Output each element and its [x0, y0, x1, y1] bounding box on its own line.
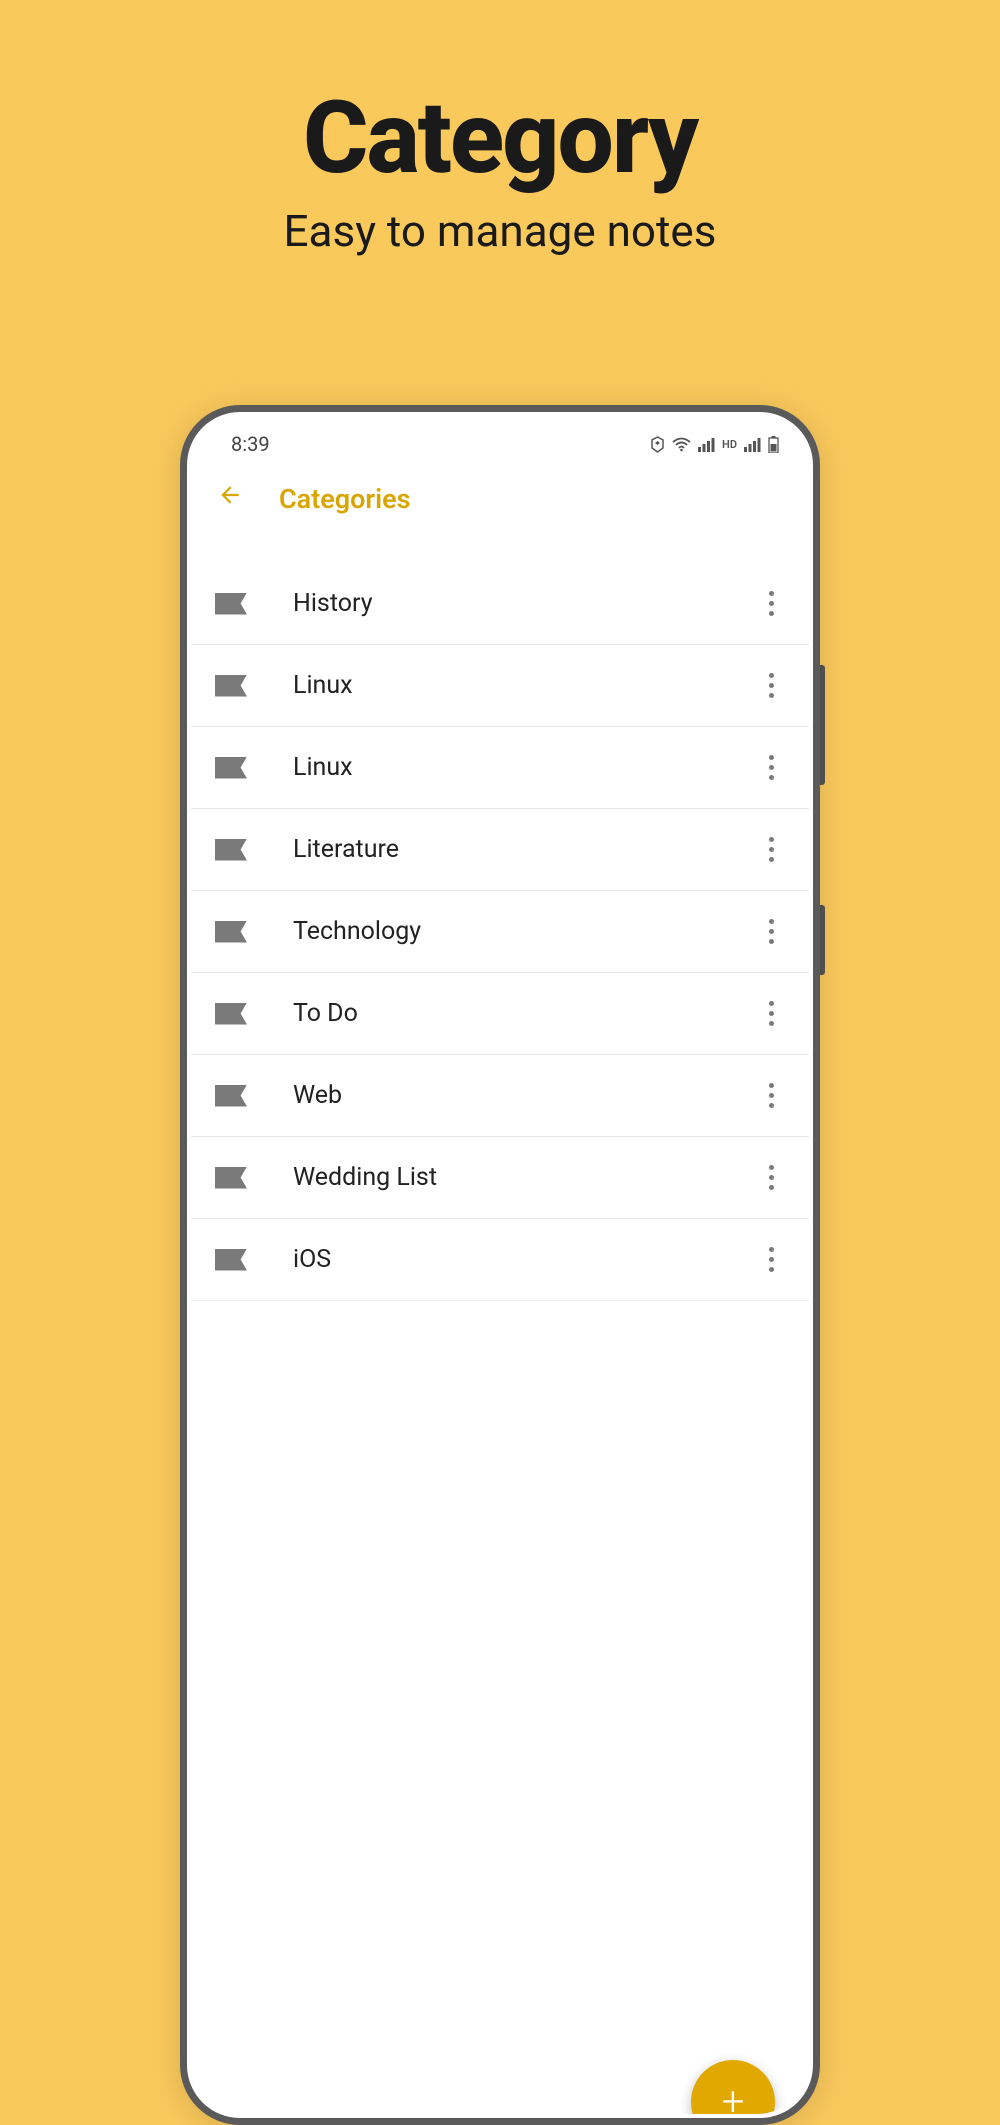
category-label: To Do [293, 999, 759, 1028]
more-options-button[interactable] [759, 1076, 783, 1116]
bookmark-icon [215, 839, 247, 861]
category-row[interactable]: iOS [191, 1219, 809, 1301]
bookmark-icon [215, 1167, 247, 1189]
promo-title: Category [0, 80, 1000, 197]
hd-indicator: HD [722, 438, 737, 451]
category-label: Linux [293, 671, 759, 700]
category-row[interactable]: Literature [191, 809, 809, 891]
bookmark-icon [215, 921, 247, 943]
category-row[interactable]: Linux [191, 727, 809, 809]
back-button[interactable] [211, 482, 243, 515]
phone-device: 8:39 HD [180, 405, 820, 2125]
status-bar: 8:39 HD [191, 416, 809, 462]
signal-icon [698, 437, 715, 452]
bookmark-icon [215, 675, 247, 697]
bookmark-icon [215, 1249, 247, 1271]
bookmark-icon [215, 1003, 247, 1025]
more-options-button[interactable] [759, 830, 783, 870]
category-label: Linux [293, 753, 759, 782]
more-options-button[interactable] [759, 748, 783, 788]
more-options-button[interactable] [759, 1158, 783, 1198]
status-time: 8:39 [231, 432, 270, 456]
more-options-button[interactable] [759, 912, 783, 952]
wifi-icon [672, 437, 691, 452]
category-label: Wedding List [293, 1163, 759, 1192]
alarm-icon [650, 436, 665, 453]
app-header: Categories [191, 462, 809, 535]
category-label: Literature [293, 835, 759, 864]
more-options-button[interactable] [759, 994, 783, 1034]
add-category-button[interactable]: + [691, 2060, 775, 2114]
category-list: History Linux Linux Literature [191, 563, 809, 1301]
bookmark-icon [215, 593, 247, 615]
category-row[interactable]: Wedding List [191, 1137, 809, 1219]
more-options-button[interactable] [759, 666, 783, 706]
category-label: History [293, 589, 759, 618]
more-options-button[interactable] [759, 584, 783, 624]
plus-icon: + [722, 2082, 745, 2114]
category-label: iOS [293, 1245, 759, 1274]
more-options-button[interactable] [759, 1240, 783, 1280]
promo-subtitle: Easy to manage notes [0, 205, 1000, 257]
bookmark-icon [215, 757, 247, 779]
category-row[interactable]: Linux [191, 645, 809, 727]
bookmark-icon [215, 1085, 247, 1107]
page-title: Categories [279, 483, 411, 515]
category-label: Technology [293, 917, 759, 946]
category-row[interactable]: History [191, 563, 809, 645]
category-row[interactable]: Web [191, 1055, 809, 1137]
category-label: Web [293, 1081, 759, 1110]
category-row[interactable]: Technology [191, 891, 809, 973]
battery-icon [768, 436, 779, 453]
category-row[interactable]: To Do [191, 973, 809, 1055]
signal-icon [744, 437, 761, 452]
